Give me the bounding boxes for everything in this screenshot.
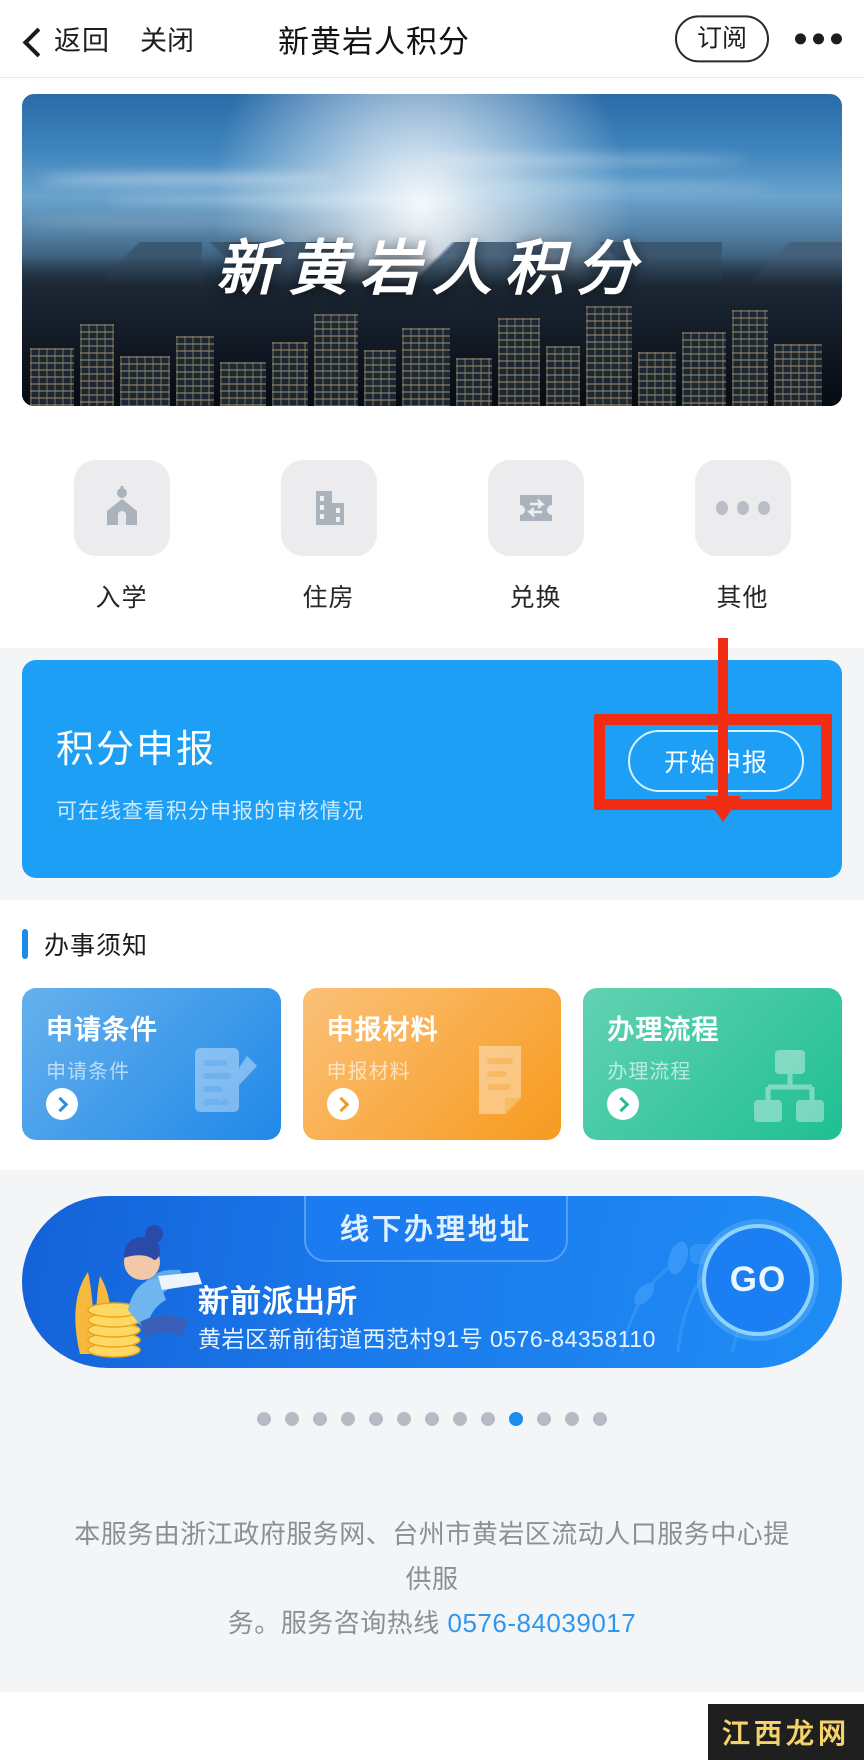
notice-header: 办事须知	[22, 926, 842, 962]
carousel-dot[interactable]	[257, 1412, 271, 1426]
notice-section: 办事须知 申请条件 申请条件 申报材料 申报材料 办理流程 办理流程	[0, 900, 864, 1170]
quicknav-item-housing[interactable]: 住房	[225, 460, 432, 614]
more-dots-icon	[694, 460, 791, 556]
offline-address-pill-label: 线下办理地址	[304, 1196, 569, 1262]
footer: 本服务由浙江政府服务网、台州市黄岩区流动人口服务中心提供服 务。服务咨询热线 0…	[0, 1452, 864, 1692]
annotation-arrow	[705, 638, 741, 822]
hero-banner[interactable]: 新黄岩人积分	[22, 94, 842, 406]
chevron-right-icon[interactable]	[46, 1088, 78, 1120]
document-pen-icon	[194, 1048, 257, 1112]
offline-address-banner[interactable]: 线下办理地址 新前派出所 黄岩区新前街道西范村91号 0576-84358110…	[22, 1196, 842, 1368]
quick-nav: 入学 住房 兑换 其他	[0, 406, 864, 648]
quicknav-item-enrollment[interactable]: 入学	[18, 460, 225, 614]
carousel-dot[interactable]	[397, 1412, 411, 1426]
cloud-streak	[104, 196, 464, 204]
header-actions: 订阅	[674, 14, 846, 63]
notice-card-process[interactable]: 办理流程 办理流程	[583, 988, 843, 1140]
exchange-ticket-icon	[487, 460, 584, 556]
footer-line-2-prefix: 务。服务咨询热线	[227, 1608, 448, 1639]
page-title: 新黄岩人积分	[278, 24, 470, 59]
go-button[interactable]: GO	[702, 1224, 814, 1336]
carousel-dot[interactable]	[341, 1412, 355, 1426]
footer-text: 本服务由浙江政府服务网、台州市黄岩区流动人口服务中心提供服 务。服务咨询热线 0…	[66, 1512, 798, 1646]
person-with-coins-illustration	[75, 1225, 202, 1358]
carousel-dot[interactable]	[509, 1412, 523, 1426]
carousel-dot[interactable]	[453, 1412, 467, 1426]
carousel-dot[interactable]	[285, 1412, 299, 1426]
carousel-dot[interactable]	[537, 1412, 551, 1426]
school-icon	[73, 460, 170, 556]
chevron-right-icon[interactable]	[326, 1088, 359, 1120]
close-button[interactable]: 关闭	[140, 19, 194, 58]
more-horizontal-icon[interactable]	[795, 33, 842, 44]
chevron-right-icon[interactable]	[607, 1088, 640, 1120]
start-declaration-button[interactable]: 开始申报	[628, 730, 804, 792]
quicknav-item-exchange[interactable]: 兑换	[432, 460, 639, 614]
notice-card-conditions[interactable]: 申请条件 申请条件	[22, 988, 281, 1140]
subscribe-button[interactable]: 订阅	[674, 14, 769, 63]
back-label: 返回	[54, 26, 110, 56]
carousel-dot[interactable]	[565, 1412, 579, 1426]
footer-line-1: 本服务由浙江政府服务网、台州市黄岩区流动人口服务中心提供服	[74, 1519, 790, 1594]
carousel-dot[interactable]	[425, 1412, 439, 1426]
back-button[interactable]: 返回	[22, 19, 110, 58]
carousel-pagination[interactable]	[0, 1390, 864, 1452]
quicknav-label: 兑换	[509, 584, 562, 612]
banner-title: 新黄岩人积分	[216, 234, 648, 304]
document-icon	[479, 1046, 522, 1114]
section-accent-bar	[22, 929, 28, 959]
flowchart-icon	[754, 1050, 825, 1122]
office-address-detail: 黄岩区新前街道西范村91号 0576-84358110	[198, 1326, 656, 1352]
quicknav-item-other[interactable]: 其他	[639, 460, 846, 614]
office-name: 新前派出所	[198, 1284, 358, 1319]
carousel-dot[interactable]	[313, 1412, 327, 1426]
offline-address-section: 线下办理地址 新前派出所 黄岩区新前街道西范村91号 0576-84358110…	[0, 1170, 864, 1390]
app-header: 返回 关闭 新黄岩人积分 订阅	[0, 0, 864, 78]
notice-card-list: 申请条件 申请条件 申报材料 申报材料 办理流程 办理流程	[22, 988, 843, 1140]
quicknav-label: 住房	[302, 584, 355, 612]
chevron-left-icon	[22, 29, 42, 49]
carousel-dot[interactable]	[369, 1412, 383, 1426]
service-phone-link[interactable]: 0576-84039017	[448, 1608, 637, 1638]
notice-card-materials[interactable]: 申报材料 申报材料	[302, 988, 562, 1140]
carousel-dot[interactable]	[481, 1412, 495, 1426]
quicknav-label: 其他	[716, 584, 769, 612]
watermark: 江西龙网	[707, 1704, 864, 1760]
hero-banner-section: 新黄岩人积分	[0, 78, 864, 406]
carousel-dot[interactable]	[593, 1412, 607, 1426]
app-page: 返回 关闭 新黄岩人积分 订阅 新黄岩人积分 入学 住房 兑换 其他 积分申报 …	[0, 0, 864, 1760]
quicknav-label: 入学	[95, 584, 148, 612]
building-icon	[280, 460, 377, 556]
notice-section-title: 办事须知	[44, 932, 149, 960]
declare-subtitle: 可在线查看积分申报的审核情况	[56, 800, 364, 823]
declare-section: 积分申报 可在线查看积分申报的审核情况 开始申报	[0, 648, 864, 900]
